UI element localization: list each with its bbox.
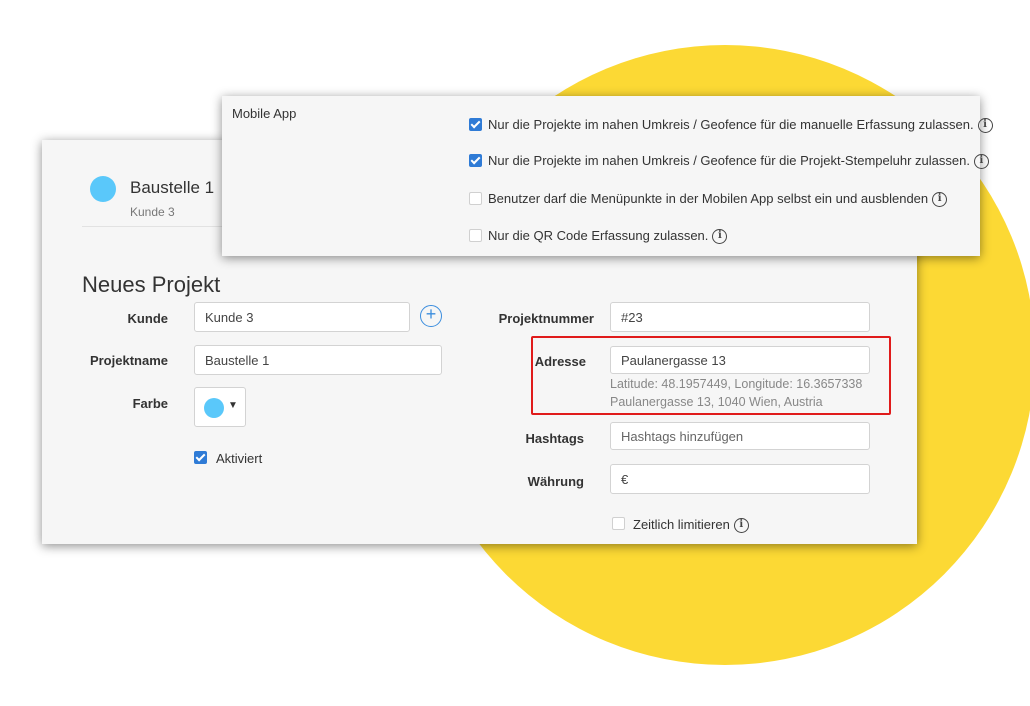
active-checkbox[interactable] [194, 451, 207, 464]
color-label: Farbe [132, 396, 168, 411]
geofence-manual-option: Nur die Projekte im nahen Umkreis / Geof… [488, 117, 993, 134]
project-header-client: Kunde 3 [130, 205, 175, 219]
client-input[interactable]: Kunde 3 [194, 302, 410, 332]
caret-down-icon: ▼ [228, 400, 238, 411]
mobile-app-settings-popup: Mobile App Nur die Projekte im nahen Umk… [222, 96, 993, 256]
client-label: Kunde [127, 311, 168, 326]
geofence-manual-checkbox[interactable] [469, 118, 482, 131]
mobile-app-section-label: Mobile App [232, 106, 297, 121]
plus-circle-icon: + [425, 304, 437, 324]
geofence-clock-checkbox[interactable] [469, 154, 482, 167]
info-icon[interactable]: i [733, 518, 749, 534]
menu-visibility-option: Benutzer darf die Menüpunkte in der Mobi… [488, 191, 948, 208]
menu-visibility-checkbox[interactable] [469, 192, 482, 205]
menu-visibility-label: Benutzer darf die Menüpunkte in der Mobi… [488, 191, 929, 206]
geofence-clock-option: Nur die Projekte im nahen Umkreis / Geof… [488, 153, 989, 170]
project-number-input[interactable]: #23 [610, 302, 870, 332]
project-header-title: Baustelle 1 [130, 178, 215, 197]
hashtags-label: Hashtags [525, 431, 584, 446]
geofence-manual-label: Nur die Projekte im nahen Umkreis / Geof… [488, 117, 974, 132]
project-color-avatar [90, 176, 116, 202]
project-name-label: Projektname [89, 353, 168, 368]
address-label: Adresse [534, 354, 586, 369]
time-limit-label: Zeitlich limitieren [633, 517, 730, 532]
time-limit-checkbox[interactable] [612, 517, 625, 530]
currency-input[interactable]: € [610, 464, 870, 494]
color-swatch [204, 398, 224, 418]
project-number-label: Projektnummer [498, 311, 594, 326]
project-name-input[interactable]: Baustelle 1 [194, 345, 442, 375]
add-client-button[interactable]: + [420, 305, 442, 327]
currency-label: Währung [527, 474, 584, 489]
hashtags-input[interactable]: Hashtags hinzufügen [610, 422, 870, 450]
active-label: Aktiviert [216, 451, 263, 466]
time-limit-option: Zeitlich limitieren i [633, 517, 749, 534]
form-title: Neues Projekt [82, 272, 221, 297]
qr-only-option: Nur die QR Code Erfassung zulassen. i [488, 228, 728, 245]
color-picker-button[interactable]: ▼ [194, 387, 246, 427]
address-coordinates: Latitude: 48.1957449, Longitude: 16.3657… [610, 377, 863, 391]
info-icon[interactable]: i [932, 192, 948, 208]
address-input[interactable]: Paulanergasse 13 [610, 346, 870, 374]
info-icon[interactable]: i [712, 229, 728, 245]
info-icon[interactable]: i [973, 154, 989, 170]
geofence-clock-label: Nur die Projekte im nahen Umkreis / Geof… [488, 153, 970, 168]
address-resolved: Paulanergasse 13, 1040 Wien, Austria [610, 395, 823, 409]
qr-only-label: Nur die QR Code Erfassung zulassen. [488, 228, 709, 243]
info-icon[interactable]: i [977, 118, 993, 134]
qr-only-checkbox[interactable] [469, 229, 482, 242]
